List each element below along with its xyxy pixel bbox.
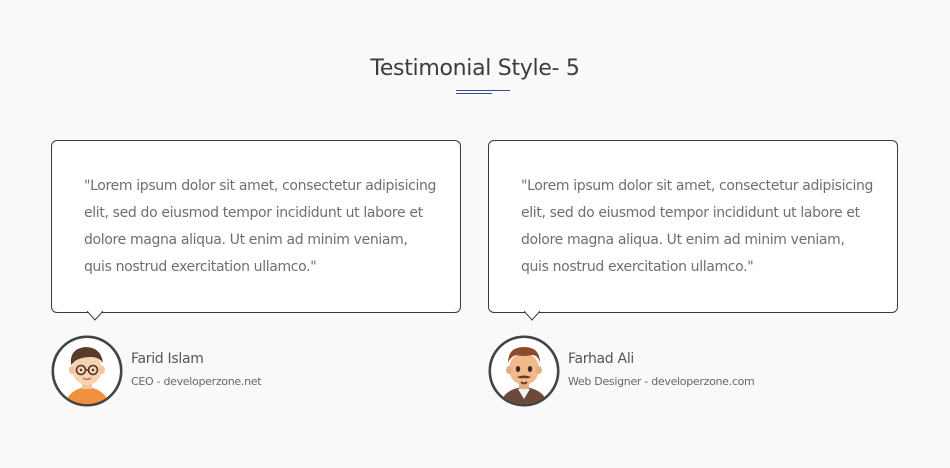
testimonial-quote: "Lorem ipsum dolor sit amet, consectetur… (84, 178, 437, 275)
man-with-glasses-avatar-icon (51, 335, 123, 407)
section-title: Testimonial Style- 5 (370, 56, 580, 81)
title-underline-short (456, 93, 492, 94)
testimonial-quote: "Lorem ipsum dolor sit amet, consectetur… (521, 178, 874, 275)
author-name: Farid Islam (131, 351, 204, 367)
author-role: CEO - developerzone.net (131, 375, 262, 388)
testimonial-card-1: "Lorem ipsum dolor sit amet, consectetur… (51, 140, 461, 321)
bubble-tail (524, 311, 540, 321)
man-with-beard-avatar-icon (488, 335, 560, 407)
title-underline-long (456, 90, 510, 91)
bubble-tail (87, 311, 103, 321)
title-underline (456, 90, 510, 94)
quote-bubble: "Lorem ipsum dolor sit amet, consectetur… (51, 140, 461, 313)
author-role: Web Designer - developerzone.com (568, 375, 755, 388)
quote-bubble: "Lorem ipsum dolor sit amet, consectetur… (488, 140, 898, 313)
testimonial-card-2: "Lorem ipsum dolor sit amet, consectetur… (488, 140, 898, 321)
author-name: Farhad Ali (568, 351, 635, 367)
